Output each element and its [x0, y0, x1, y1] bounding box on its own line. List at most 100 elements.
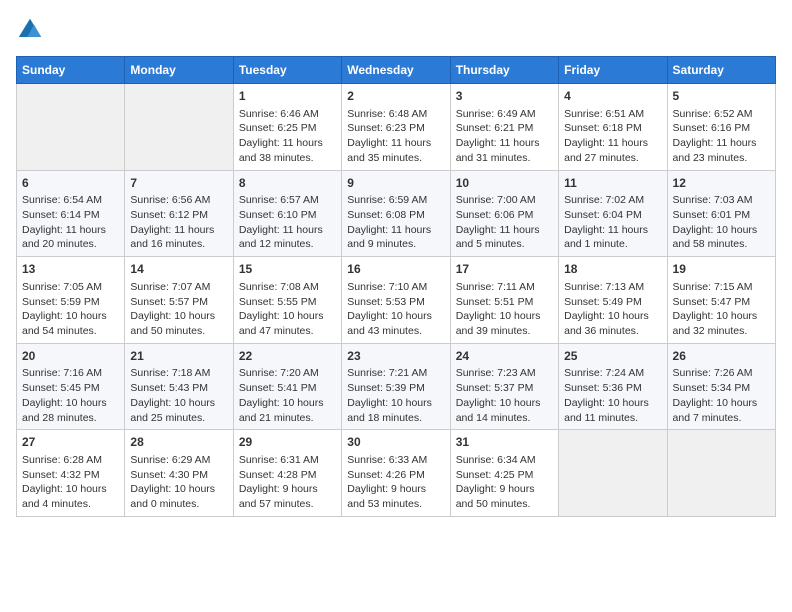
day-number: 8: [239, 175, 336, 192]
cell-content: Sunrise: 7:03 AMSunset: 6:01 PMDaylight:…: [673, 193, 770, 252]
cell-content: Sunrise: 6:56 AMSunset: 6:12 PMDaylight:…: [130, 193, 227, 252]
calendar-cell: 19 Sunrise: 7:15 AMSunset: 5:47 PMDayligh…: [667, 257, 775, 344]
logo-icon: [16, 16, 44, 44]
day-number: 5: [673, 88, 770, 105]
cell-content: Sunrise: 6:54 AMSunset: 6:14 PMDaylight:…: [22, 193, 119, 252]
calendar-week-row: 13 Sunrise: 7:05 AMSunset: 5:59 PMDayligh…: [17, 257, 776, 344]
day-number: 1: [239, 88, 336, 105]
column-header-friday: Friday: [559, 57, 667, 84]
column-header-monday: Monday: [125, 57, 233, 84]
calendar-cell: 5 Sunrise: 6:52 AMSunset: 6:16 PMDaylight…: [667, 84, 775, 171]
day-number: 3: [456, 88, 553, 105]
cell-content: Sunrise: 7:00 AMSunset: 6:06 PMDaylight:…: [456, 193, 553, 252]
calendar-cell: 26Sunrise: 7:26 AMSunset: 5:34 PMDayligh…: [667, 343, 775, 430]
cell-content: Sunrise: 6:52 AMSunset: 6:16 PMDaylight:…: [673, 107, 770, 166]
cell-content: Sunrise: 7:11 AMSunset: 5:51 PMDaylight:…: [456, 280, 553, 339]
cell-content: Sunrise: 7:20 AMSunset: 5:41 PMDaylight:…: [239, 366, 336, 425]
calendar-cell: 29 Sunrise: 6:31 AMSunset: 4:28 PMDayligh…: [233, 430, 341, 517]
day-number: 30: [347, 434, 444, 451]
calendar-cell: [559, 430, 667, 517]
cell-content: Sunrise: 6:28 AMSunset: 4:32 PMDaylight:…: [22, 453, 119, 512]
calendar-cell: 12Sunrise: 7:03 AMSunset: 6:01 PMDayligh…: [667, 170, 775, 257]
day-number: 18: [564, 261, 661, 278]
calendar-cell: 28 Sunrise: 6:29 AMSunset: 4:30 PMDayligh…: [125, 430, 233, 517]
cell-content: Sunrise: 7:24 AMSunset: 5:36 PMDaylight:…: [564, 366, 661, 425]
calendar-cell: 17 Sunrise: 7:11 AMSunset: 5:51 PMDayligh…: [450, 257, 558, 344]
calendar-cell: 4 Sunrise: 6:51 AMSunset: 6:18 PMDaylight…: [559, 84, 667, 171]
day-number: 12: [673, 175, 770, 192]
day-number: 10: [456, 175, 553, 192]
calendar-cell: 27Sunrise: 6:28 AMSunset: 4:32 PMDayligh…: [17, 430, 125, 517]
day-number: 22: [239, 348, 336, 365]
logo: [16, 16, 48, 44]
day-number: 14: [130, 261, 227, 278]
day-number: 20: [22, 348, 119, 365]
cell-content: Sunrise: 6:59 AMSunset: 6:08 PMDaylight:…: [347, 193, 444, 252]
cell-content: Sunrise: 6:49 AMSunset: 6:21 PMDaylight:…: [456, 107, 553, 166]
column-header-thursday: Thursday: [450, 57, 558, 84]
calendar-cell: 18 Sunrise: 7:13 AMSunset: 5:49 PMDayligh…: [559, 257, 667, 344]
cell-content: Sunrise: 6:34 AMSunset: 4:25 PMDaylight:…: [456, 453, 553, 512]
day-number: 24: [456, 348, 553, 365]
calendar-cell: 14Sunrise: 7:07 AMSunset: 5:57 PMDayligh…: [125, 257, 233, 344]
calendar-cell: 9Sunrise: 6:59 AMSunset: 6:08 PMDaylight…: [342, 170, 450, 257]
day-number: 15: [239, 261, 336, 278]
day-number: 7: [130, 175, 227, 192]
cell-content: Sunrise: 6:31 AMSunset: 4:28 PMDaylight:…: [239, 453, 336, 512]
cell-content: Sunrise: 7:15 AMSunset: 5:47 PMDaylight:…: [673, 280, 770, 339]
calendar-cell: 6Sunrise: 6:54 AMSunset: 6:14 PMDaylight…: [17, 170, 125, 257]
calendar-week-row: 6Sunrise: 6:54 AMSunset: 6:14 PMDaylight…: [17, 170, 776, 257]
cell-content: Sunrise: 7:02 AMSunset: 6:04 PMDaylight:…: [564, 193, 661, 252]
day-number: 28: [130, 434, 227, 451]
day-number: 19: [673, 261, 770, 278]
cell-content: Sunrise: 7:05 AMSunset: 5:59 PMDaylight:…: [22, 280, 119, 339]
day-number: 23: [347, 348, 444, 365]
calendar-cell: 20Sunrise: 7:16 AMSunset: 5:45 PMDayligh…: [17, 343, 125, 430]
cell-content: Sunrise: 6:29 AMSunset: 4:30 PMDaylight:…: [130, 453, 227, 512]
cell-content: Sunrise: 6:46 AMSunset: 6:25 PMDaylight:…: [239, 107, 336, 166]
calendar-cell: [667, 430, 775, 517]
column-header-wednesday: Wednesday: [342, 57, 450, 84]
calendar-week-row: 27Sunrise: 6:28 AMSunset: 4:32 PMDayligh…: [17, 430, 776, 517]
calendar-week-row: 20Sunrise: 7:16 AMSunset: 5:45 PMDayligh…: [17, 343, 776, 430]
cell-content: Sunrise: 7:13 AMSunset: 5:49 PMDaylight:…: [564, 280, 661, 339]
cell-content: Sunrise: 7:21 AMSunset: 5:39 PMDaylight:…: [347, 366, 444, 425]
cell-content: Sunrise: 7:26 AMSunset: 5:34 PMDaylight:…: [673, 366, 770, 425]
cell-content: Sunrise: 6:48 AMSunset: 6:23 PMDaylight:…: [347, 107, 444, 166]
calendar-cell: [125, 84, 233, 171]
calendar-cell: 31Sunrise: 6:34 AMSunset: 4:25 PMDayligh…: [450, 430, 558, 517]
cell-content: Sunrise: 7:23 AMSunset: 5:37 PMDaylight:…: [456, 366, 553, 425]
column-header-tuesday: Tuesday: [233, 57, 341, 84]
day-number: 21: [130, 348, 227, 365]
day-number: 17: [456, 261, 553, 278]
cell-content: Sunrise: 6:57 AMSunset: 6:10 PMDaylight:…: [239, 193, 336, 252]
calendar-cell: 23Sunrise: 7:21 AMSunset: 5:39 PMDayligh…: [342, 343, 450, 430]
calendar-cell: 15Sunrise: 7:08 AMSunset: 5:55 PMDayligh…: [233, 257, 341, 344]
calendar-cell: 2 Sunrise: 6:48 AMSunset: 6:23 PMDaylight…: [342, 84, 450, 171]
calendar-week-row: 1 Sunrise: 6:46 AMSunset: 6:25 PMDaylight…: [17, 84, 776, 171]
day-number: 2: [347, 88, 444, 105]
calendar-cell: 30 Sunrise: 6:33 AMSunset: 4:26 PMDayligh…: [342, 430, 450, 517]
day-number: 13: [22, 261, 119, 278]
calendar-cell: 7Sunrise: 6:56 AMSunset: 6:12 PMDaylight…: [125, 170, 233, 257]
day-number: 6: [22, 175, 119, 192]
day-number: 4: [564, 88, 661, 105]
calendar-cell: 13 Sunrise: 7:05 AMSunset: 5:59 PMDayligh…: [17, 257, 125, 344]
cell-content: Sunrise: 6:33 AMSunset: 4:26 PMDaylight:…: [347, 453, 444, 512]
calendar-cell: 21Sunrise: 7:18 AMSunset: 5:43 PMDayligh…: [125, 343, 233, 430]
cell-content: Sunrise: 7:16 AMSunset: 5:45 PMDaylight:…: [22, 366, 119, 425]
column-header-saturday: Saturday: [667, 57, 775, 84]
cell-content: Sunrise: 7:18 AMSunset: 5:43 PMDaylight:…: [130, 366, 227, 425]
day-number: 16: [347, 261, 444, 278]
cell-content: Sunrise: 6:51 AMSunset: 6:18 PMDaylight:…: [564, 107, 661, 166]
calendar-cell: 24Sunrise: 7:23 AMSunset: 5:37 PMDayligh…: [450, 343, 558, 430]
day-number: 11: [564, 175, 661, 192]
day-number: 26: [673, 348, 770, 365]
calendar-cell: 22Sunrise: 7:20 AMSunset: 5:41 PMDayligh…: [233, 343, 341, 430]
calendar-cell: 16Sunrise: 7:10 AMSunset: 5:53 PMDayligh…: [342, 257, 450, 344]
calendar-cell: 1 Sunrise: 6:46 AMSunset: 6:25 PMDaylight…: [233, 84, 341, 171]
day-number: 29: [239, 434, 336, 451]
calendar-cell: 8Sunrise: 6:57 AMSunset: 6:10 PMDaylight…: [233, 170, 341, 257]
calendar-header-row: SundayMondayTuesdayWednesdayThursdayFrid…: [17, 57, 776, 84]
page-header: [16, 16, 776, 44]
